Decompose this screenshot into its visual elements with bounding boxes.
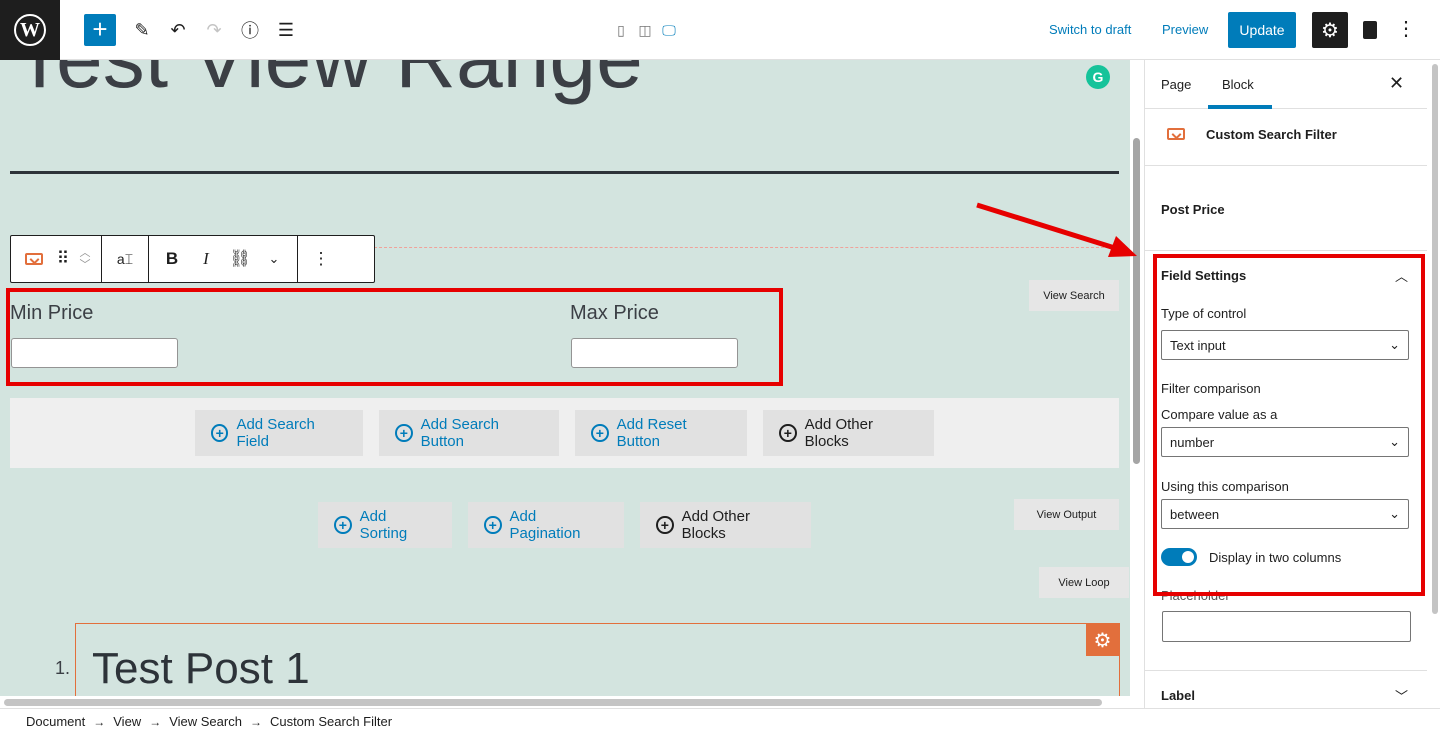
more-options-icon[interactable]: ⋮ [1396,16,1416,41]
block-type-icon[interactable] [17,236,51,282]
update-button[interactable]: Update [1228,12,1296,48]
mobile-preview-icon[interactable]: ▯ [612,18,630,42]
canvas-vertical-scrollbar-thumb[interactable] [1133,138,1140,464]
max-price-input[interactable] [571,338,738,368]
add-search-button-button[interactable]: + Add Search Button [379,410,559,456]
separator-line [10,171,1119,174]
button-label: Add Sorting [359,508,408,542]
button-label: Add Search Field [236,416,315,450]
block-name: Custom Search Filter [1206,127,1337,142]
list-view-icon[interactable]: ☰ [270,14,302,46]
add-pagination-button[interactable]: + Add Pagination [468,502,624,548]
button-label: Add Search Button [420,416,499,450]
divider [1145,670,1427,671]
edit-pencil-icon[interactable]: ✎ [126,14,158,46]
post-title[interactable]: Test Post 1 [92,644,310,694]
view-search-button[interactable]: View Search [1029,280,1119,311]
block-card: Custom Search Filter [1145,109,1427,166]
placeholder-input[interactable] [1162,611,1411,642]
italic-icon[interactable]: I [189,236,223,282]
tab-block[interactable]: Block [1222,77,1254,92]
highlight-field-settings-box [1153,254,1425,596]
breadcrumb-item-custom-search-filter[interactable]: Custom Search Filter [270,714,392,729]
breadcrumb-item-document[interactable]: Document [26,714,85,729]
redo-icon[interactable]: ↷ [198,14,230,46]
arrow-right-icon: → [149,714,162,729]
min-price-input[interactable] [11,338,178,368]
tablet-preview-icon[interactable]: ◫ [636,18,654,42]
block-options-icon[interactable]: ⋮ [304,236,338,282]
undo-icon[interactable]: ↶ [162,14,194,46]
plus-circle-icon: + [591,424,609,442]
plugin-clipboard-icon[interactable] [1358,18,1382,42]
add-other-blocks-output-button[interactable]: + Add Other Blocks [640,502,811,548]
arrow-right-icon: → [93,714,106,729]
desktop-preview-icon[interactable]: 🖵 [660,18,678,42]
grammarly-icon[interactable]: G [1086,65,1110,89]
wordpress-icon: W [14,14,46,46]
label-panel-title[interactable]: Label [1161,688,1195,703]
link-icon[interactable]: ⛓ [223,236,257,282]
search-appender-row [10,398,1119,468]
loop-settings-gear-icon[interactable]: ⚙ [1086,624,1119,656]
list-number: 1. [55,658,71,678]
add-other-blocks-button[interactable]: + Add Other Blocks [763,410,934,456]
divider [1145,250,1427,251]
move-up-down-control[interactable]: ︿ ﹀ [75,236,95,282]
bold-icon[interactable]: B [155,236,189,282]
sidebar-tabs: Page Block ✕ [1145,60,1427,109]
text-transform-icon[interactable]: a⌶ [108,236,142,282]
plus-circle-icon: + [395,424,413,442]
editor-header: W + ✎ ↶ ↷ ⓘ ☰ ▯ ◫ 🖵 Switch to draft Prev… [0,0,1440,60]
post-price-heading: Post Price [1161,202,1225,217]
device-preview-switcher: ▯ ◫ 🖵 [612,18,678,42]
plus-circle-icon: + [779,424,797,442]
arrow-right-icon: → [249,714,262,729]
breadcrumb-item-view-search[interactable]: View Search [169,714,242,729]
button-label: Add Other Blocks [804,416,873,450]
highlight-fields-box [6,288,783,386]
min-price-label: Min Price [10,302,94,324]
more-formatting-chevron-icon[interactable]: ⌄ [257,236,291,282]
add-reset-button-button[interactable]: + Add Reset Button [575,410,747,456]
plus-circle-icon: + [334,516,352,534]
tab-page[interactable]: Page [1161,77,1191,92]
button-label: Add Pagination [509,508,581,542]
max-price-label: Max Price [570,302,659,324]
info-icon[interactable]: ⓘ [234,14,266,46]
sidebar-scrollbar-thumb[interactable] [1432,64,1438,614]
preview-link[interactable]: Preview [1162,22,1208,37]
block-toolbar: ⠿ ︿ ﹀ a⌶ B I ⛓ ⌄ ⋮ [10,235,375,283]
close-icon[interactable]: ✕ [1389,73,1404,94]
drag-handle-icon[interactable]: ⠿ [51,236,75,282]
view-loop-button[interactable]: View Loop [1039,567,1129,598]
breadcrumb-item-view[interactable]: View [113,714,141,729]
custom-search-filter-icon [1167,128,1185,140]
horizontal-scrollbar-thumb[interactable] [4,699,1102,706]
chevron-down-icon[interactable]: ﹀ [1395,686,1408,705]
settings-gear-icon[interactable]: ⚙ [1312,12,1348,48]
button-label: Add Reset Button [616,416,687,450]
editor-canvas: Test View Range G ⠿ ︿﹀ a⌶ B I ⛓ ⌄ ⋮ View… [0,60,1130,708]
block-boundary-line [374,247,1119,248]
wordpress-logo[interactable]: W [0,0,60,60]
add-search-field-button[interactable]: + Add Search Field [195,410,363,456]
view-output-button[interactable]: View Output [1014,499,1119,530]
button-label: Add Other Blocks [681,508,750,542]
add-sorting-button[interactable]: + Add Sorting [318,502,452,548]
chevron-down-icon[interactable]: ﹀ [80,259,91,271]
plus-circle-icon: + [656,516,674,534]
add-block-button[interactable]: + [84,14,116,46]
switch-to-draft-link[interactable]: Switch to draft [1049,22,1131,37]
chevron-up-icon[interactable]: ︿ [80,247,91,259]
plus-circle-icon: + [211,424,229,442]
plus-circle-icon: + [484,516,502,534]
page-title[interactable]: Test View Range [14,60,643,107]
breadcrumb: Document → View → View Search → Custom S… [0,708,1440,734]
